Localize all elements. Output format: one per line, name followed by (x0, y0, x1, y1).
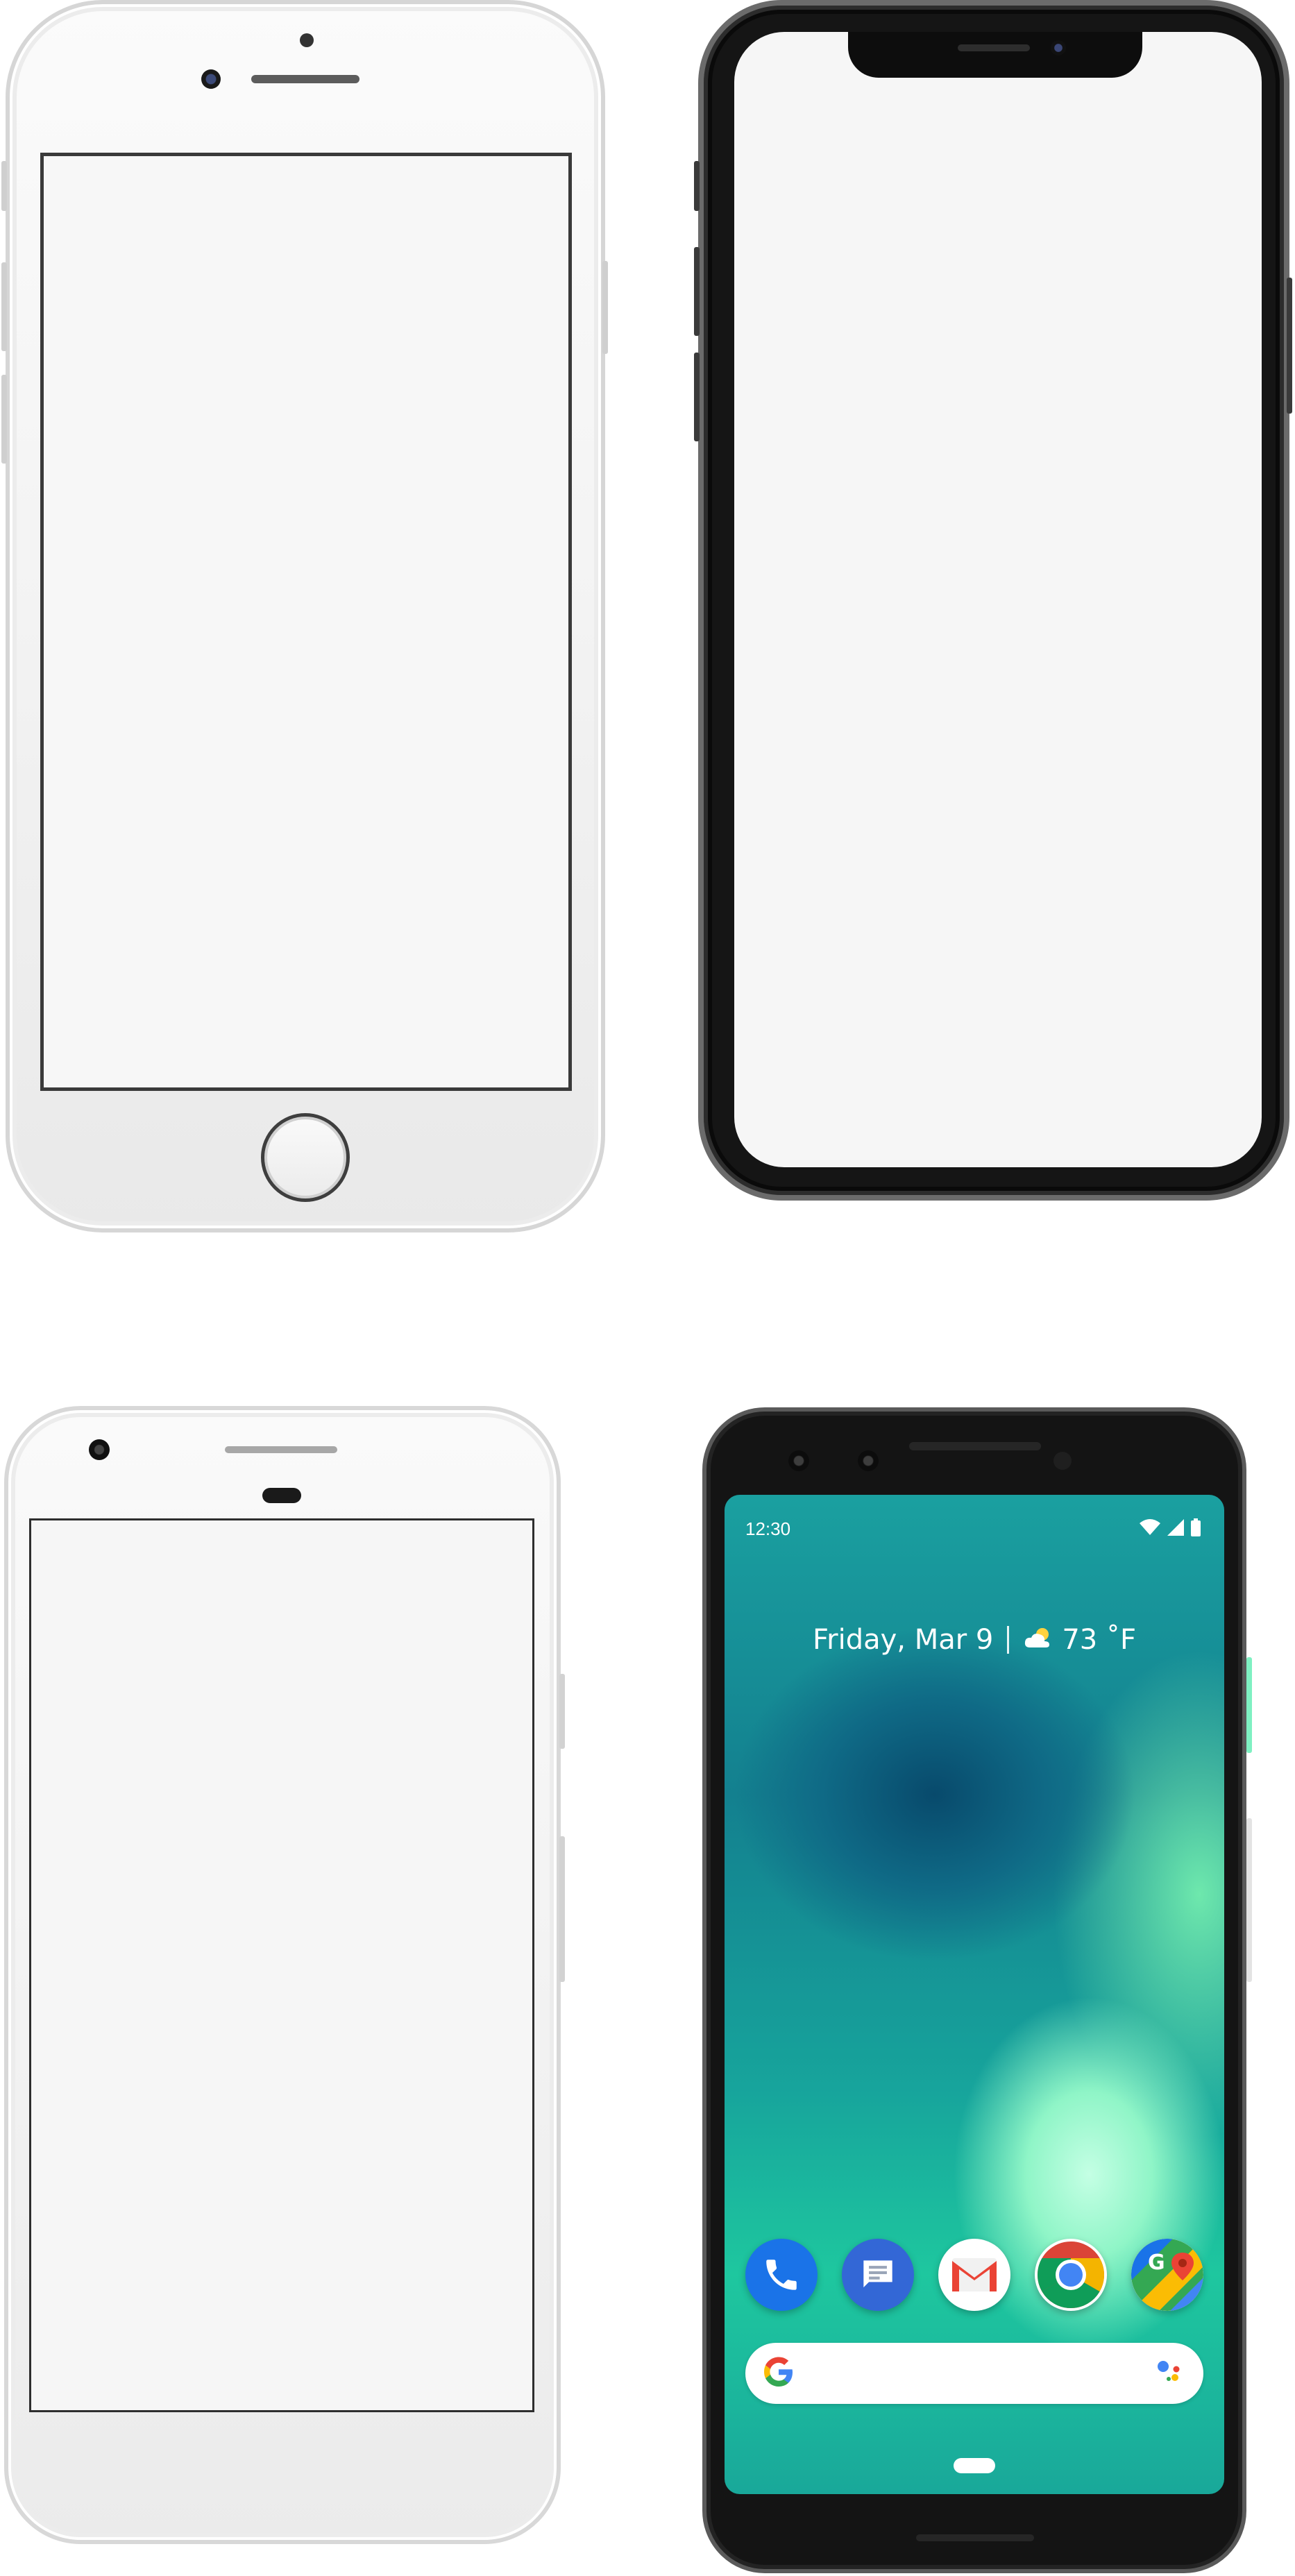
front-wide-camera-icon (858, 1450, 879, 1471)
iphone-x-screen (734, 32, 1262, 1167)
mute-switch (694, 161, 700, 211)
phone-icon (766, 2260, 797, 2290)
volume-up-button (694, 247, 700, 336)
earpiece-speaker (251, 75, 359, 83)
phone-app-icon[interactable] (745, 2239, 818, 2311)
partly-cloudy-icon (1023, 1624, 1053, 1656)
volume-rocker (559, 1836, 565, 1982)
pixel-3-home-screen: 12:30 Friday, Mar 9 73 ˚F G (725, 1495, 1224, 2494)
glance-weather: 73 ˚F (1023, 1624, 1136, 1656)
mute-switch (1, 161, 7, 211)
power-button (1246, 1657, 1252, 1753)
google-g-icon (762, 2355, 795, 2392)
earpiece-speaker (958, 44, 1030, 51)
signal-icon (1167, 1519, 1184, 1539)
svg-text:G: G (1148, 2251, 1165, 2275)
gmail-app-icon[interactable] (938, 2239, 1010, 2311)
status-time: 12:30 (745, 1518, 791, 1539)
side-button (1287, 278, 1292, 414)
front-camera-icon (788, 1450, 809, 1471)
power-button (559, 1674, 565, 1749)
google-search-bar[interactable] (745, 2343, 1203, 2404)
front-camera-icon (89, 1439, 110, 1460)
status-icons (1140, 1518, 1201, 1540)
glance-temperature: 73 ˚F (1062, 1624, 1136, 1656)
front-camera-icon (1051, 40, 1066, 56)
wifi-icon (1140, 1519, 1160, 1539)
battery-icon (1191, 1518, 1201, 1540)
power-button (602, 261, 608, 354)
messages-app-icon[interactable] (842, 2239, 914, 2311)
at-a-glance-widget[interactable]: Friday, Mar 9 73 ˚F (725, 1624, 1224, 1656)
glance-date: Friday, Mar 9 (813, 1624, 994, 1656)
iphone-8-screen (40, 153, 572, 1091)
proximity-sensor (1053, 1452, 1072, 1470)
maps-app-icon[interactable]: G (1131, 2239, 1203, 2311)
volume-down-button (694, 353, 700, 441)
google-assistant-icon[interactable] (1153, 2355, 1187, 2392)
volume-down-button (1, 375, 7, 464)
volume-rocker (1246, 1818, 1252, 1982)
glance-divider (1007, 1626, 1010, 1654)
proximity-sensor (300, 33, 314, 47)
earpiece-speaker (909, 1442, 1041, 1450)
chrome-icon (1037, 2242, 1105, 2309)
chrome-app-icon[interactable] (1035, 2239, 1107, 2311)
sensor-notch (848, 32, 1142, 78)
home-button[interactable] (261, 1113, 350, 1202)
earpiece-speaker (225, 1446, 337, 1453)
app-dock: G (745, 2239, 1203, 2311)
messages-icon (863, 2260, 892, 2288)
home-gesture-pill[interactable] (954, 2458, 995, 2473)
status-bar: 12:30 (725, 1495, 1224, 1539)
volume-up-button (1, 262, 7, 351)
maps-icon: G (1131, 2239, 1203, 2311)
proximity-sensor (262, 1488, 301, 1503)
bottom-speaker (916, 2534, 1034, 2541)
pixel-screen (29, 1518, 534, 2412)
gmail-icon (952, 2258, 997, 2291)
front-camera-icon (201, 69, 221, 89)
